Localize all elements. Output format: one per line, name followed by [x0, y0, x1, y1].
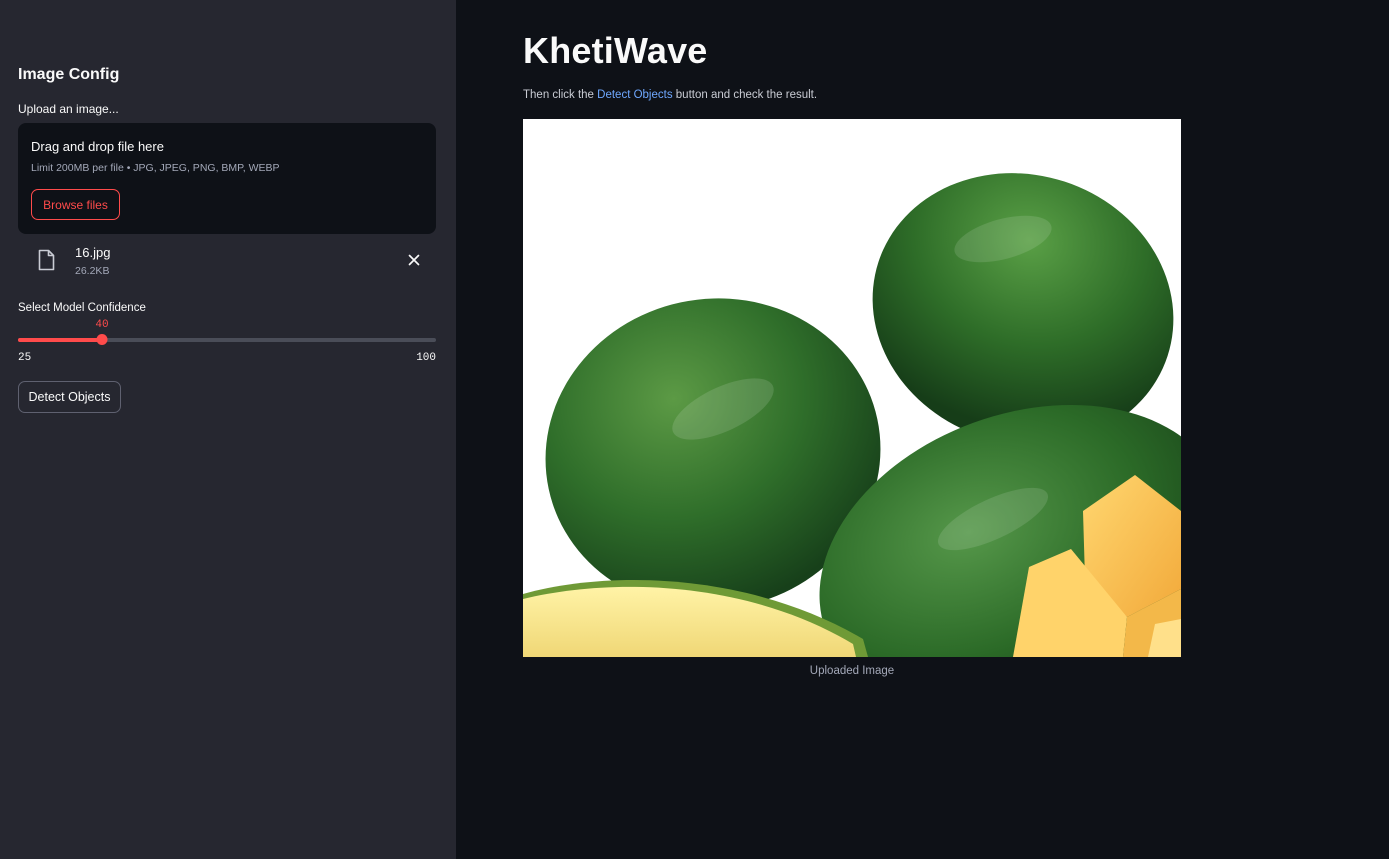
slider-max-label: 100	[416, 352, 436, 364]
uploaded-image	[523, 119, 1181, 657]
detect-objects-link[interactable]: Detect Objects	[597, 89, 672, 101]
file-icon	[38, 249, 55, 271]
file-name: 16.jpg	[75, 245, 111, 260]
file-size: 26.2KB	[75, 265, 110, 277]
file-dropzone[interactable]: Drag and drop file here Limit 200MB per …	[18, 123, 436, 234]
uploaded-file-item: 16.jpg 26.2KB	[18, 240, 436, 282]
upload-label: Upload an image...	[18, 102, 119, 116]
dropzone-limit-text: Limit 200MB per file • JPG, JPEG, PNG, B…	[31, 162, 280, 174]
instruction-suffix: button and check the result.	[672, 89, 818, 101]
app-root: Image Config Upload an image... Drag and…	[0, 0, 1389, 859]
image-caption: Uploaded Image	[809, 665, 895, 677]
dropzone-title: Drag and drop file here	[31, 139, 164, 154]
instruction-text: Then click the Detect Objects button and…	[523, 89, 817, 101]
main-content: KhetiWave Then click the Detect Objects …	[456, 0, 1389, 859]
close-icon[interactable]	[406, 252, 422, 268]
confidence-slider[interactable]: 40 25 100	[18, 318, 436, 368]
slider-value-label: 40	[95, 319, 109, 331]
browse-files-button[interactable]: Browse files	[31, 189, 120, 220]
detect-objects-button[interactable]: Detect Objects	[18, 381, 121, 413]
page-title: KhetiWave	[523, 30, 708, 71]
slider-thumb[interactable]	[96, 334, 108, 345]
confidence-label: Select Model Confidence	[18, 302, 146, 314]
slider-fill	[18, 338, 102, 342]
slider-min-label: 25	[18, 352, 32, 364]
sidebar: Image Config Upload an image... Drag and…	[0, 0, 456, 859]
instruction-prefix: Then click the	[523, 89, 598, 101]
sidebar-heading: Image Config	[18, 66, 120, 83]
